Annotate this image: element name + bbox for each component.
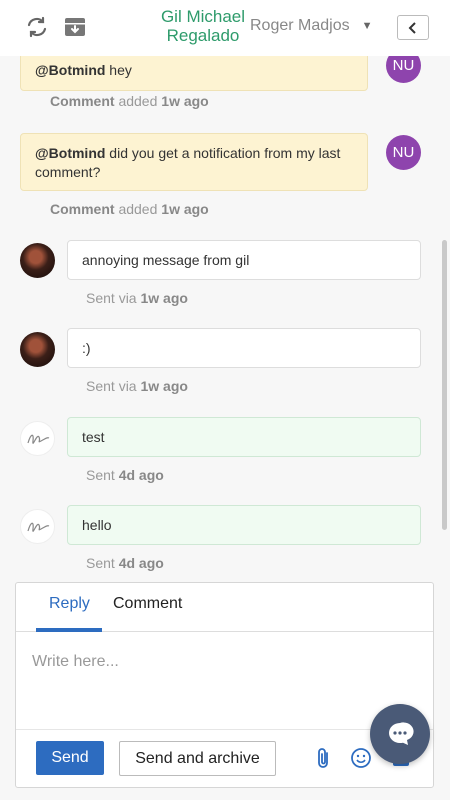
conversation-header: Gil Michael Regalado Roger Madjos ▼ xyxy=(0,0,450,56)
avatar xyxy=(20,421,55,456)
contact-name[interactable]: Gil Michael Regalado xyxy=(140,7,266,45)
caret-down-icon: ▼ xyxy=(361,20,373,32)
message-input[interactable] xyxy=(32,653,332,671)
message-bubble: annoying message from gil xyxy=(67,240,421,280)
message-bubble: :) xyxy=(67,328,421,368)
chat-widget-button[interactable] xyxy=(370,704,430,764)
message-text: test xyxy=(82,429,105,445)
tab-comment[interactable]: Comment xyxy=(113,595,182,613)
internal-note: @Botmind hey xyxy=(20,56,368,91)
message-bubble: test xyxy=(67,417,421,457)
message-text: hello xyxy=(82,517,112,533)
paperclip-icon[interactable] xyxy=(311,746,335,770)
collapse-panel-button[interactable] xyxy=(397,15,429,40)
send-and-archive-button[interactable]: Send and archive xyxy=(119,741,276,776)
avatar xyxy=(20,509,55,544)
message-meta: Sent 4d ago xyxy=(86,555,164,571)
chevron-left-icon xyxy=(408,21,416,34)
send-button[interactable]: Send xyxy=(36,741,104,775)
archive-icon[interactable] xyxy=(62,14,88,40)
active-tab-indicator xyxy=(36,628,102,632)
message-meta: Sent 4d ago xyxy=(86,467,164,483)
emoji-icon[interactable] xyxy=(349,746,373,770)
mention[interactable]: @Botmind xyxy=(35,145,105,161)
message-text: annoying message from gil xyxy=(82,252,250,268)
sync-icon[interactable] xyxy=(24,14,50,40)
avatar xyxy=(20,332,55,367)
message-bubble: hello xyxy=(67,505,421,545)
message-meta: Sent via 1w ago xyxy=(86,378,188,394)
composer: Reply Comment Send Send and archive xyxy=(15,582,434,788)
mention[interactable]: @Botmind xyxy=(35,62,105,78)
scrollbar[interactable] xyxy=(442,240,447,530)
avatar: NU xyxy=(386,135,421,170)
chat-icon xyxy=(389,722,414,745)
avatar: NU xyxy=(386,56,421,83)
tab-reply[interactable]: Reply xyxy=(49,595,90,613)
internal-note: @Botmind did you get a notification from… xyxy=(20,133,368,191)
assignee-name: Roger Madjos xyxy=(250,17,350,34)
note-meta: Comment added 1w ago xyxy=(50,201,209,217)
signature-icon xyxy=(26,434,49,444)
note-meta: Comment added 1w ago xyxy=(50,93,209,109)
composer-tabs: Reply Comment xyxy=(16,583,433,632)
signature-icon xyxy=(26,522,49,532)
conversation-thread[interactable]: @Botmind hey NU Comment added 1w ago @Bo… xyxy=(0,56,450,580)
message-text: :) xyxy=(82,340,91,356)
note-text: hey xyxy=(105,62,132,78)
message-meta: Sent via 1w ago xyxy=(86,290,188,306)
avatar xyxy=(20,243,55,278)
assignee-dropdown[interactable]: Roger Madjos ▼ xyxy=(250,17,373,35)
